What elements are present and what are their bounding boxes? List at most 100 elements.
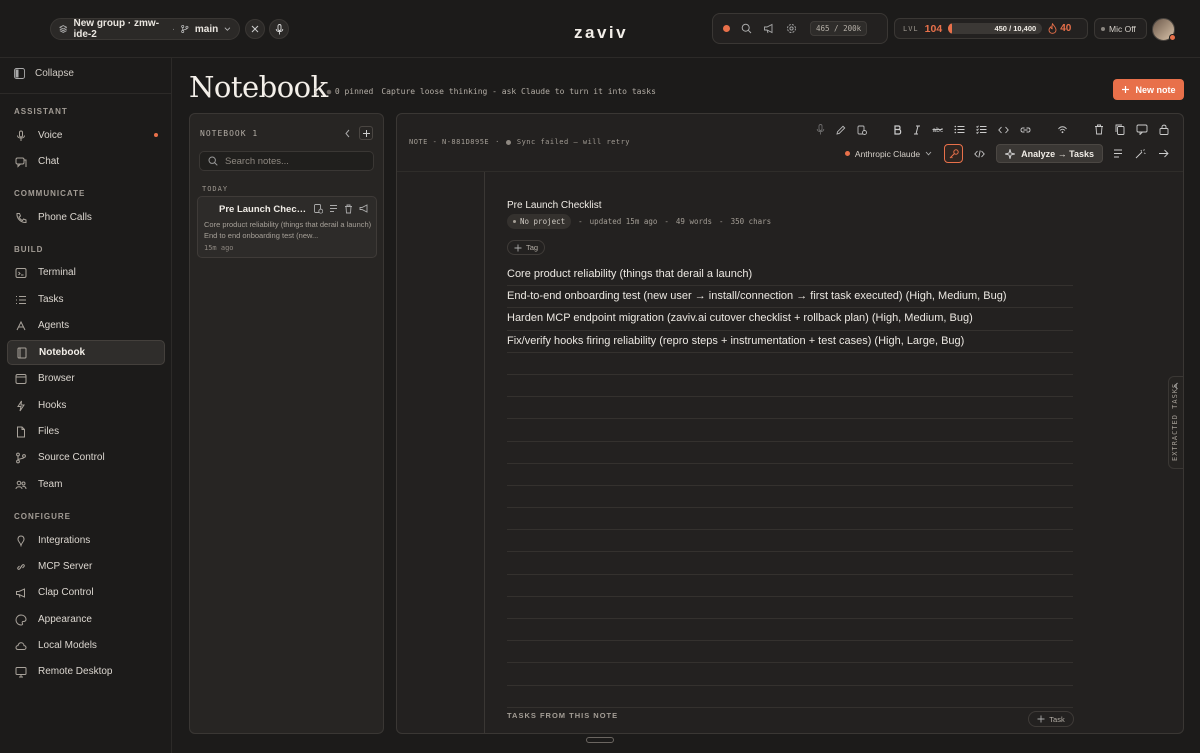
search-input[interactable] [225,155,365,167]
comment-icon[interactable] [1136,124,1148,135]
empty-line[interactable] [507,641,1073,664]
italic-icon[interactable] [913,125,921,135]
sidebar-item-local-models[interactable]: Local Models [7,633,165,658]
sidebar-item-tasks[interactable]: Tasks [7,287,165,312]
format-toolbar: abc [816,124,1169,135]
new-note-button[interactable]: New note [1113,79,1184,100]
checklist-icon[interactable] [976,125,987,134]
list-header-actions [344,126,373,140]
add-tag-button[interactable]: Tag [507,240,546,255]
code-icon[interactable] [998,126,1009,134]
empty-line[interactable] [507,486,1073,509]
add-task-button[interactable]: Task [1028,711,1074,727]
group-selector[interactable]: New group · zmw-ide-2 · main [50,18,240,40]
sidebar-item-phone-calls[interactable]: Phone Calls [7,205,165,230]
sidebar-item-source-control[interactable]: Source Control [7,445,165,470]
sidebar-item-integrations[interactable]: Integrations [7,528,165,553]
trash-icon[interactable] [1094,124,1104,135]
note-line[interactable]: End-to-end onboarding test (new user → i… [507,286,1073,309]
bottom-drag-handle[interactable] [586,737,614,743]
sidebar-item-voice[interactable]: Voice [7,123,165,148]
strikethrough-icon[interactable]: abc [932,125,943,134]
gear-icon[interactable] [786,23,797,34]
sidebar-item-label: Agents [38,320,70,331]
sidebar-item-mcp-server[interactable]: MCP Server [7,554,165,579]
copy-icon[interactable] [1115,124,1125,135]
megaphone-icon[interactable] [763,23,775,34]
code-view-icon[interactable] [974,149,985,158]
editor-gutter [484,172,485,733]
sidebar-item-chat[interactable]: Chat [7,149,165,174]
note-line[interactable]: Core product reliability (things that de… [507,264,1073,287]
sidebar-item-appearance[interactable]: Appearance [7,607,165,632]
lock-icon[interactable] [1159,124,1169,135]
empty-line[interactable] [507,375,1073,398]
person-icon[interactable] [314,204,323,214]
empty-line[interactable] [507,464,1073,486]
empty-line[interactable] [507,353,1073,375]
bold-icon[interactable] [893,124,902,135]
note-line[interactable]: Fix/verify hooks firing reliability (rep… [507,331,1073,353]
empty-line[interactable] [507,552,1073,575]
sidebar-item-notebook[interactable]: Notebook [7,340,165,365]
avatar[interactable] [1152,18,1176,41]
empty-line[interactable] [507,419,1073,442]
api-key-button[interactable] [944,144,964,163]
empty-line[interactable] [507,442,1073,464]
note-actions [314,204,369,214]
link-icon[interactable] [1020,126,1031,134]
arrow-right-icon[interactable] [1158,149,1169,158]
list-icon[interactable] [329,204,338,213]
megaphone-icon[interactable] [359,204,369,213]
model-select[interactable]: Anthropic Claude [839,144,938,163]
empty-line[interactable] [507,530,1073,553]
sidebar-item-browser[interactable]: Browser [7,366,165,391]
empty-line[interactable] [507,597,1073,619]
extracted-tasks-tab[interactable]: EXTRACTED TASKS [1168,376,1184,469]
branch-icon [181,24,189,34]
project-chip[interactable]: No project [507,214,572,229]
align-icon[interactable] [1113,149,1123,158]
search-icon[interactable] [741,23,752,34]
bullet-list-icon[interactable] [954,125,965,134]
pencil-icon[interactable] [836,125,846,135]
empty-line[interactable] [507,508,1073,531]
sidebar-item-label: Team [38,479,63,490]
empty-line[interactable] [507,575,1073,597]
list-item[interactable]: Pre Launch Checklist Core product reliab… [197,196,377,258]
add-note-button[interactable] [359,126,373,140]
avatar-status-dot [1169,34,1176,41]
empty-line[interactable] [507,686,1073,708]
chevron-down-icon [925,151,932,156]
analyze-tasks-button[interactable]: Analyze → Tasks [996,144,1103,163]
sidebar-item-hooks[interactable]: Hooks [7,393,165,418]
mic-toggle[interactable]: Mic Off [1094,18,1147,39]
sidebar-item-agents[interactable]: Agents [7,313,165,338]
empty-line[interactable] [507,619,1073,642]
note-line[interactable]: Harden MCP endpoint migration (zaviv.ai … [507,308,1073,331]
voice-record-button[interactable] [269,19,289,39]
token-usage: 465 / 200k [810,21,868,36]
trash-icon[interactable] [344,204,353,214]
link-icon [17,563,25,570]
sidebar-item-remote-desktop[interactable]: Remote Desktop [7,659,165,684]
mic-icon [17,130,25,141]
person-add-icon[interactable] [857,125,867,135]
collapse-button[interactable]: Collapse [14,68,74,79]
pinned-count: 0 pinned [326,87,373,96]
note-title[interactable]: Pre Launch Checklist [507,200,602,211]
mic-icon[interactable] [816,124,825,135]
note-body[interactable]: Core product reliability (things that de… [507,264,1073,708]
note-id: NOTE - N-881D895E [409,138,490,146]
wand-icon[interactable] [1135,148,1146,159]
sidebar-item-terminal[interactable]: Terminal [7,260,165,285]
sidebar-item-clap-control[interactable]: Clap Control [7,580,165,605]
sidebar-item-files[interactable]: Files [7,419,165,444]
empty-line[interactable] [507,663,1073,686]
sidebar-item-team[interactable]: Team [7,472,165,497]
chevron-left-icon[interactable] [344,129,351,138]
plus-icon [1037,715,1045,723]
broadcast-icon[interactable] [1057,125,1068,134]
close-group-button[interactable] [245,19,265,39]
empty-line[interactable] [507,397,1073,420]
